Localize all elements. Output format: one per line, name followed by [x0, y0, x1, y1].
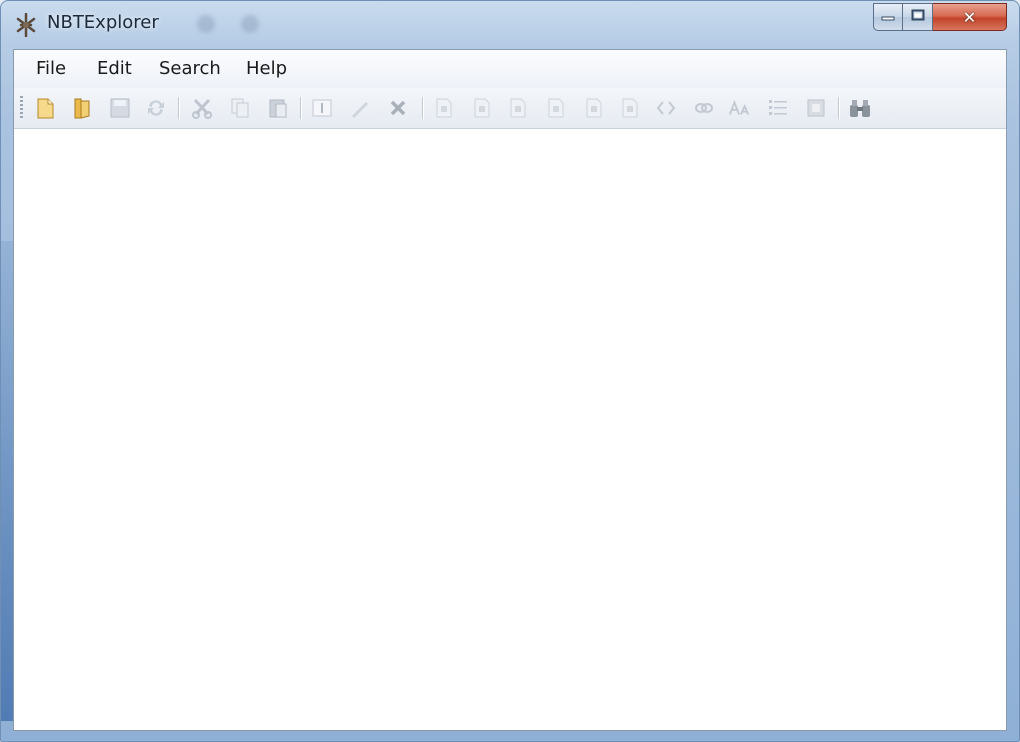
toolbar-grip[interactable]	[20, 96, 23, 120]
toolbar-separator	[838, 97, 840, 119]
title-bar[interactable]: NBTExplorer ✕	[1, 1, 1019, 47]
add-byte-tag-icon[interactable]	[432, 96, 456, 120]
rename-icon[interactable]	[310, 96, 334, 120]
minimize-button[interactable]	[873, 3, 903, 31]
maximize-icon	[911, 8, 925, 26]
toolbar	[14, 88, 1006, 129]
copy-icon[interactable]	[228, 96, 252, 120]
paste-icon[interactable]	[266, 96, 290, 120]
title-blur-mark	[241, 15, 259, 33]
app-window: NBTExplorer ✕ File Edit Search Help	[0, 0, 1020, 742]
maximize-button[interactable]	[903, 3, 933, 31]
save-icon[interactable]	[108, 96, 132, 120]
add-compound-tag-icon[interactable]	[804, 96, 828, 120]
new-file-icon[interactable]	[34, 96, 58, 120]
nbt-tree-view[interactable]	[14, 129, 1006, 730]
add-int-array-icon[interactable]	[692, 96, 716, 120]
add-long-tag-icon[interactable]	[544, 96, 568, 120]
menu-file[interactable]: File	[36, 58, 66, 79]
menu-bar: File Edit Search Help	[14, 50, 1006, 88]
toolbar-separator	[178, 97, 180, 119]
refresh-icon[interactable]	[144, 96, 168, 120]
edit-pencil-icon[interactable]	[348, 96, 372, 120]
add-float-tag-icon[interactable]	[582, 96, 606, 120]
close-button[interactable]: ✕	[933, 3, 1007, 31]
add-short-tag-icon[interactable]	[470, 96, 494, 120]
add-double-tag-icon[interactable]	[618, 96, 642, 120]
add-int-tag-icon[interactable]	[506, 96, 530, 120]
menu-search[interactable]: Search	[159, 58, 221, 79]
cut-icon[interactable]	[190, 96, 214, 120]
title-blur-mark	[197, 15, 215, 33]
caption-buttons: ✕	[873, 3, 1007, 31]
menu-edit[interactable]: Edit	[97, 58, 132, 79]
open-folder-icon[interactable]	[70, 96, 94, 120]
window-frame-edge	[1, 241, 13, 721]
client-area: File Edit Search Help	[13, 49, 1007, 731]
add-string-tag-icon[interactable]	[728, 96, 752, 120]
toolbar-separator	[422, 97, 424, 119]
add-byte-array-icon[interactable]	[654, 96, 678, 120]
toolbar-separator	[300, 97, 302, 119]
minimize-icon	[881, 8, 895, 26]
delete-icon[interactable]	[386, 96, 410, 120]
find-binoculars-icon[interactable]	[848, 96, 872, 120]
close-icon: ✕	[962, 7, 977, 27]
menu-help[interactable]: Help	[246, 58, 287, 79]
add-list-tag-icon[interactable]	[766, 96, 790, 120]
window-title: NBTExplorer	[47, 12, 159, 33]
app-icon[interactable]	[15, 12, 37, 38]
